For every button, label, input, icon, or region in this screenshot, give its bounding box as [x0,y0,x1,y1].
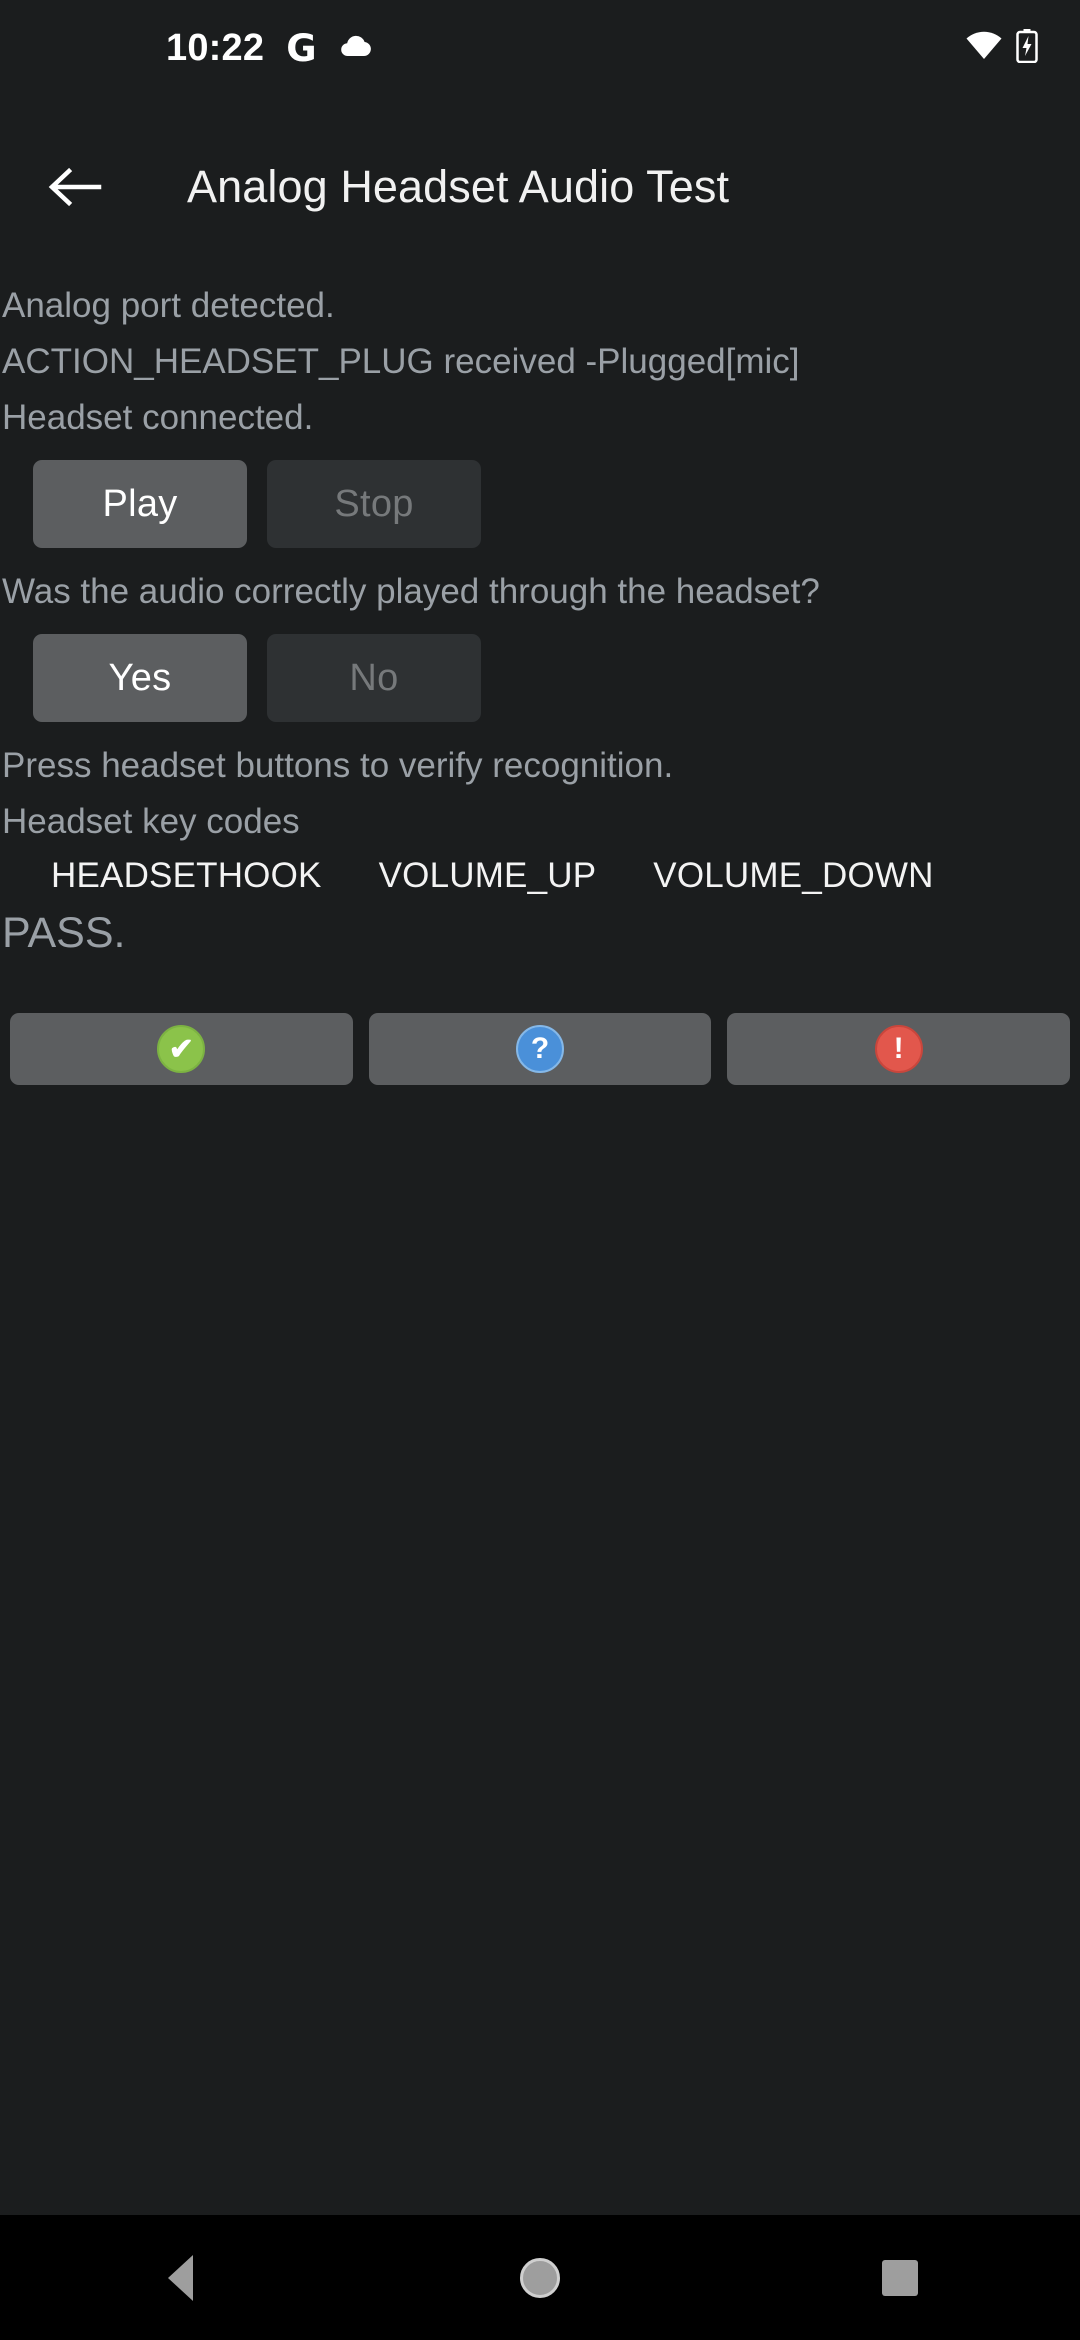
nav-back-icon [167,2254,193,2301]
navigation-bar [0,2215,1080,2340]
audio-question-prompt: Was the audio correctly played through t… [2,572,820,611]
pass-button[interactable]: ✔ [10,1013,353,1085]
verdict-button-row: ✔ ? ! [0,1013,1080,1085]
keycode-volume-up: VOLUME_UP [378,856,597,895]
exclamation-circle-icon: ! [874,1025,923,1073]
stop-button: Stop [267,460,481,548]
google-icon: G [286,26,317,70]
yes-button[interactable]: Yes [33,634,247,722]
check-circle-icon: ✔ [157,1025,206,1073]
fail-button[interactable]: ! [727,1013,1071,1085]
back-arrow-icon[interactable] [20,132,130,242]
log-line-headset-connected: Headset connected. [2,398,314,437]
result-status-text: PASS. [2,909,126,957]
status-bar-right [966,28,1038,68]
status-bar-clock: 10:22 [166,27,265,69]
battery-charging-icon [1016,28,1038,68]
nav-home-icon [520,2257,560,2298]
keycode-volume-down: VOLUME_DOWN [653,856,934,895]
cloud-icon [339,34,373,63]
nav-home-button[interactable] [450,2215,630,2340]
log-line-port-detected: Analog port detected. [2,286,335,325]
phone-screen: 10:22 G Analog Headset Audio Test Analog… [0,0,1080,2340]
keycode-headsethook: HEADSETHOOK [51,856,322,895]
log-line-action-headset-plug: ACTION_HEADSET_PLUG received -Plugged[mi… [2,342,800,381]
nav-recents-button[interactable] [810,2215,990,2340]
keycodes-row: HEADSETHOOK VOLUME_UP VOLUME_DOWN [0,856,1080,896]
app-bar: Analog Headset Audio Test [0,96,1080,278]
status-bar-left: 10:22 G [0,29,373,67]
keys-instruction-text: Press headset buttons to verify recognit… [2,746,674,785]
play-button[interactable]: Play [33,460,247,548]
nav-back-button[interactable] [90,2215,270,2340]
wifi-icon [966,31,1002,66]
playback-button-row: Play Stop [0,460,1080,548]
question-circle-icon: ? [516,1025,564,1073]
no-button: No [267,634,481,722]
nav-recents-icon [882,2259,918,2296]
status-bar: 10:22 G [0,0,1080,96]
test-content: Analog port detected. ACTION_HEADSET_PLU… [0,278,1080,964]
yes-no-button-row: Yes No [0,634,1080,722]
keycodes-heading: Headset key codes [2,802,300,841]
info-button[interactable]: ? [368,1013,712,1085]
page-title: Analog Headset Audio Test [187,161,730,212]
